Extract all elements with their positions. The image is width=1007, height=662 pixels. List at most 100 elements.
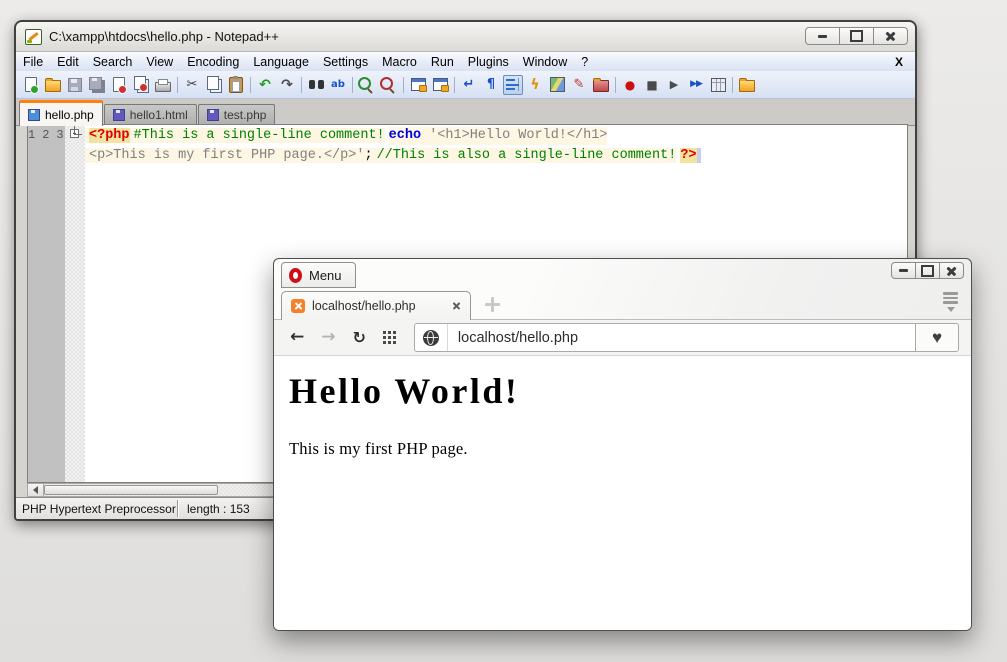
scroll-left-button[interactable] [28, 484, 44, 496]
page-paragraph: This is my first PHP page. [289, 439, 961, 459]
macro-stop-button[interactable]: ■ [642, 75, 662, 95]
opera-menu-label: Menu [309, 268, 342, 283]
close-button[interactable] [874, 28, 907, 44]
menubar-close-button[interactable]: X [883, 55, 915, 69]
menu-item[interactable]: ? [574, 55, 595, 69]
url-text[interactable]: localhost/hello.php [448, 330, 578, 346]
replace-icon: ab [331, 80, 345, 90]
menu-language[interactable]: Language [246, 55, 316, 69]
menu-search[interactable]: Search [86, 55, 140, 69]
redo-button[interactable]: ↷ [277, 75, 297, 95]
browser-page-content: Hello World! This is my first PHP page. [274, 356, 971, 630]
save-button[interactable] [65, 75, 85, 95]
macro-record-button[interactable]: ● [620, 75, 640, 95]
function-shortcut-icon: ϟ [530, 78, 539, 92]
replace-button[interactable]: ab [328, 75, 348, 95]
paste-button[interactable] [226, 75, 246, 95]
toolbar-separator [352, 77, 353, 93]
cut-button[interactable]: ✂ [182, 75, 202, 95]
code-line-6[interactable]: ?> [676, 148, 696, 163]
macro-play-icon: ▶ [670, 79, 678, 90]
code-line-7[interactable] [697, 148, 701, 163]
folder-as-workspace-button[interactable] [591, 75, 611, 95]
maximize-button[interactable] [916, 263, 940, 278]
notepadpp-window-controls [805, 27, 908, 45]
close-button[interactable] [109, 75, 129, 95]
code-line-3[interactable]: echo '<h1>Hello World!</h1> [385, 128, 608, 143]
new-file-icon [25, 77, 37, 92]
menu-view[interactable]: View [139, 55, 180, 69]
synchronize-horizontal-button[interactable] [430, 75, 450, 95]
speed-dial-button[interactable] [383, 331, 396, 344]
notepadpp-menubar: FileEditSearchViewEncodingLanguageSettin… [16, 52, 915, 71]
notepadpp-toolbar: ✂↶↷ab↵¶ϟ✎●■▶▶▶ [16, 71, 915, 99]
toolbar-separator [454, 77, 455, 93]
function-shortcut-button[interactable]: ϟ [525, 75, 545, 95]
browser-tab-localhost[interactable]: localhost/hello.php [281, 291, 471, 320]
bookmark-button[interactable]: ♥ [915, 324, 958, 351]
code-line-2[interactable]: #This is a single-line comment! [130, 128, 385, 143]
open-file-button[interactable] [43, 75, 63, 95]
editor-tab-hello1-html[interactable]: hello1.html [104, 104, 197, 125]
minimize-button[interactable] [806, 28, 840, 44]
synchronize-vertical-button[interactable] [408, 75, 428, 95]
editor-tab-test-php[interactable]: test.php [198, 104, 276, 125]
back-button[interactable]: ← [290, 329, 304, 346]
menu-macro[interactable]: Macro [375, 55, 424, 69]
show-all-characters-icon: ¶ [487, 78, 495, 91]
menu-encoding[interactable]: Encoding [180, 55, 246, 69]
statusbar-separator [177, 500, 178, 517]
undo-button[interactable]: ↶ [255, 75, 275, 95]
code-line-5[interactable]: //This is also a single-line comment! [373, 148, 677, 163]
menu-file[interactable]: File [16, 55, 50, 69]
word-wrap-button[interactable]: ↵ [459, 75, 479, 95]
code-segment-str: '<h1>Hello World!</h1> [429, 128, 607, 143]
code-line-4[interactable]: <p>This is my first PHP page.</p>'; [85, 148, 373, 163]
macro-run-multiple-button[interactable]: ▶▶ [686, 75, 706, 95]
maximize-button[interactable] [840, 28, 874, 44]
macro-save-button[interactable] [708, 75, 728, 95]
opera-window: Menu localhost/hello.php ← [273, 258, 972, 631]
code-segment-str: <p>This is my first PHP page.</p>' [89, 148, 364, 163]
scroll-left-icon [33, 486, 38, 494]
zoom-in-button[interactable] [357, 75, 377, 95]
cut-icon: ✂ [187, 78, 198, 91]
show-indent-guide-button[interactable] [503, 75, 523, 95]
address-bar[interactable]: localhost/hello.php ♥ [414, 323, 959, 352]
macro-play-button[interactable]: ▶ [664, 75, 684, 95]
code-line-9[interactable] [705, 148, 709, 163]
print-button[interactable] [153, 75, 173, 95]
close-all-button[interactable] [131, 75, 151, 95]
menu-settings[interactable]: Settings [316, 55, 375, 69]
copy-button[interactable] [204, 75, 224, 95]
new-file-button[interactable] [21, 75, 41, 95]
line-number-margin: 123456789 [28, 125, 65, 482]
code-line-1[interactable]: <?php [85, 128, 130, 143]
menu-edit[interactable]: Edit [50, 55, 86, 69]
minimize-button[interactable] [892, 263, 916, 278]
close-button[interactable] [940, 263, 963, 278]
maximize-icon [921, 265, 934, 277]
menu-plugins[interactable]: Plugins [461, 55, 516, 69]
tab-menu-icon[interactable] [943, 292, 958, 312]
document-list-button[interactable]: ✎ [569, 75, 589, 95]
document-map-button[interactable] [547, 75, 567, 95]
forward-button[interactable]: → [321, 329, 335, 346]
opera-menu-button[interactable]: Menu [281, 262, 356, 288]
menu-run[interactable]: Run [424, 55, 461, 69]
open-containing-folder-button[interactable] [737, 75, 757, 95]
menu-window[interactable]: Window [516, 55, 574, 69]
editor-tab-hello-php[interactable]: hello.php [19, 100, 103, 126]
scrollbar-thumb[interactable] [44, 485, 218, 495]
show-all-characters-button[interactable]: ¶ [481, 75, 501, 95]
new-tab-button[interactable] [485, 297, 500, 312]
find-button[interactable] [306, 75, 326, 95]
save-all-button[interactable] [87, 75, 107, 95]
opera-titlebar[interactable]: Menu [274, 259, 971, 289]
toolbar-separator [615, 77, 616, 93]
close-tab-icon[interactable] [452, 302, 461, 311]
reload-button[interactable]: ↻ [353, 330, 366, 346]
zoom-out-button[interactable] [379, 75, 399, 95]
code-line-8[interactable] [701, 148, 705, 163]
notepadpp-titlebar[interactable]: C:\xampp\htdocs\hello.php - Notepad++ [16, 22, 915, 52]
